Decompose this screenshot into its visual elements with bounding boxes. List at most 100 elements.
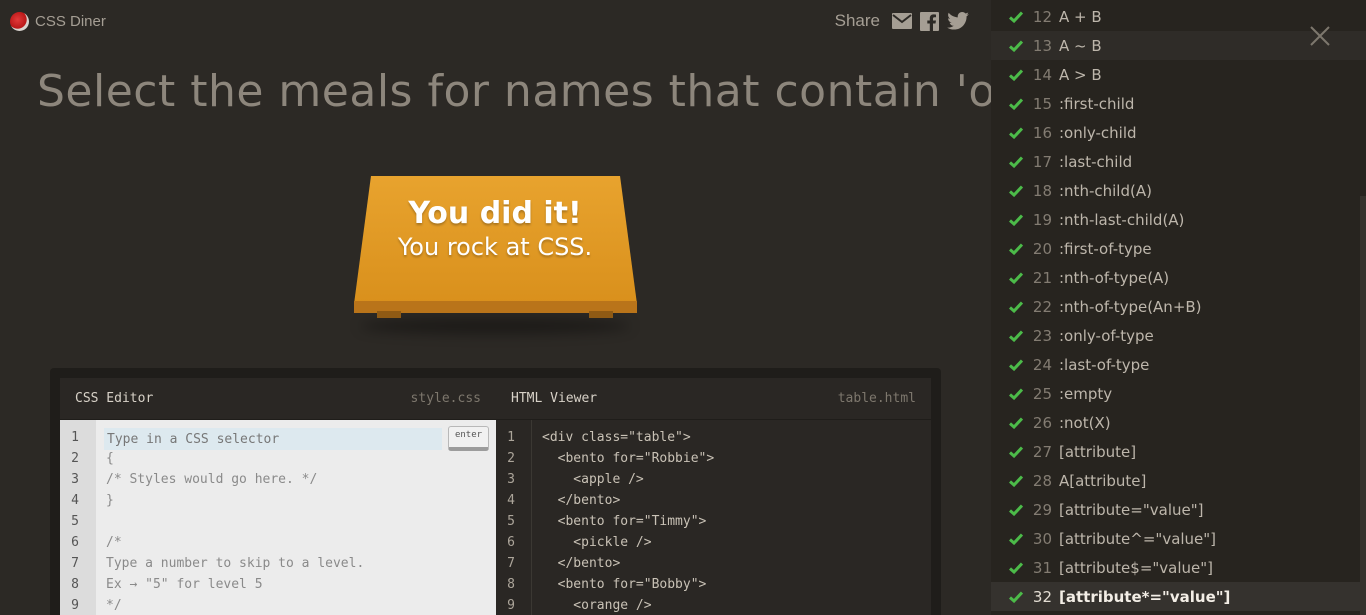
level-item[interactable]: 20 :first-of-type bbox=[991, 234, 1366, 263]
html-viewer: HTML Viewer table.html 1 2 3 4 5 6 7 8 9 <div cl… bbox=[496, 378, 931, 615]
checkmark-icon bbox=[1009, 328, 1024, 346]
checkmark-icon bbox=[1009, 589, 1024, 607]
level-name: [attribute="value"] bbox=[1059, 500, 1204, 519]
level-number: 19 bbox=[1032, 210, 1052, 229]
level-item[interactable]: 24 :last-of-type bbox=[991, 350, 1366, 379]
enter-button[interactable]: enter bbox=[448, 426, 489, 451]
level-name: :only-of-type bbox=[1059, 326, 1154, 345]
level-number: 31 bbox=[1032, 558, 1052, 577]
close-icon[interactable] bbox=[1308, 24, 1332, 48]
checkmark-icon bbox=[1009, 241, 1024, 259]
line-number: 7 bbox=[507, 556, 515, 571]
level-item[interactable]: 17:last-child bbox=[991, 147, 1366, 176]
level-name: :first-child bbox=[1059, 94, 1135, 113]
level-item[interactable]: 26:not(X) bbox=[991, 408, 1366, 437]
logo[interactable]: CSS Diner bbox=[10, 12, 106, 31]
code-line: </bento> bbox=[542, 556, 621, 571]
line-number: 6 bbox=[71, 535, 79, 550]
css-editor-header: CSS Editor style.css bbox=[60, 378, 496, 420]
code-line: <bento for="Robbie"> bbox=[542, 451, 715, 466]
email-icon[interactable] bbox=[892, 13, 912, 29]
level-name: A ~ B bbox=[1059, 36, 1102, 55]
code-line: <pickle /> bbox=[542, 535, 652, 550]
code-line: /* bbox=[106, 535, 122, 550]
level-item[interactable]: 18 :nth-child(A) bbox=[991, 176, 1366, 205]
line-number: 8 bbox=[507, 577, 515, 592]
twitter-icon[interactable] bbox=[947, 12, 969, 30]
level-number: 16 bbox=[1032, 123, 1052, 142]
logo-icon bbox=[10, 12, 29, 31]
table-shadow bbox=[360, 318, 630, 334]
line-number: 1 bbox=[507, 430, 515, 445]
html-viewer-body: 1 2 3 4 5 6 7 8 9 <div class="table"> <bento for… bbox=[496, 420, 931, 615]
html-viewer-filename: table.html bbox=[837, 391, 916, 406]
level-number: 14 bbox=[1032, 65, 1052, 84]
checkmark-icon bbox=[1009, 386, 1024, 404]
level-number: 25 bbox=[1032, 384, 1052, 403]
level-item[interactable]: 31 [attribute$="value"] bbox=[991, 553, 1366, 582]
level-number: 24 bbox=[1032, 355, 1052, 374]
level-number: 29 bbox=[1032, 500, 1052, 519]
level-item[interactable]: 28 A[attribute] bbox=[991, 466, 1366, 495]
sidebar-scrollbar[interactable] bbox=[1360, 196, 1366, 615]
level-number: 30 bbox=[1032, 529, 1052, 548]
level-name: :nth-of-type(A) bbox=[1059, 268, 1170, 287]
level-item[interactable]: 23 :only-of-type bbox=[991, 321, 1366, 350]
css-selector-input[interactable] bbox=[104, 428, 442, 450]
checkmark-icon bbox=[1009, 38, 1024, 56]
code-line: <bento for="Timmy"> bbox=[542, 514, 707, 529]
level-instruction: Select the meals for names that contain … bbox=[37, 66, 1066, 117]
level-item[interactable]: 32 [attribute*="value"] bbox=[991, 582, 1366, 611]
level-item[interactable]: 16:only-child bbox=[991, 118, 1366, 147]
level-name: [attribute] bbox=[1059, 442, 1137, 461]
code-line: <orange /> bbox=[542, 598, 652, 613]
level-name: A[attribute] bbox=[1059, 471, 1147, 490]
line-number: 5 bbox=[507, 514, 515, 529]
win-message: You did it! You rock at CSS. bbox=[350, 196, 640, 261]
level-item[interactable]: 30 [attribute^="value"] bbox=[991, 524, 1366, 553]
line-number: 3 bbox=[507, 472, 515, 487]
level-number: 22 bbox=[1032, 297, 1052, 316]
line-number: 4 bbox=[71, 493, 79, 508]
level-number: 20 bbox=[1032, 239, 1052, 258]
level-item[interactable]: 27 [attribute] bbox=[991, 437, 1366, 466]
checkmark-icon bbox=[1009, 531, 1024, 549]
level-item[interactable]: 19:nth-last-child(A) bbox=[991, 205, 1366, 234]
checkmark-icon bbox=[1009, 183, 1024, 201]
checkmark-icon bbox=[1009, 444, 1024, 462]
checkmark-icon bbox=[1009, 502, 1024, 520]
level-item[interactable]: 14 A > B bbox=[991, 60, 1366, 89]
level-number: 23 bbox=[1032, 326, 1052, 345]
line-number: 5 bbox=[71, 514, 79, 529]
checkmark-icon bbox=[1009, 125, 1024, 143]
checkmark-icon bbox=[1009, 415, 1024, 433]
app-title: CSS Diner bbox=[35, 13, 106, 30]
code-line: { bbox=[106, 451, 114, 466]
line-number: 3 bbox=[71, 472, 79, 487]
level-item[interactable]: 15:first-child bbox=[991, 89, 1366, 118]
table-leg-right bbox=[589, 311, 613, 318]
level-item[interactable]: 29 [attribute="value"] bbox=[991, 495, 1366, 524]
checkmark-icon bbox=[1009, 96, 1024, 114]
html-viewer-title: HTML Viewer bbox=[511, 391, 598, 406]
facebook-icon[interactable] bbox=[920, 11, 939, 31]
line-number: 4 bbox=[507, 493, 515, 508]
dining-table: You did it! You rock at CSS. bbox=[350, 176, 640, 334]
css-editor-filename: style.css bbox=[410, 391, 481, 406]
level-name: :nth-child(A) bbox=[1059, 181, 1152, 200]
css-editor-body: 1 2 3 4 5 6 7 8 9 enter {/* Styles would go here… bbox=[60, 420, 496, 615]
table-leg-left bbox=[377, 311, 401, 318]
checkmark-icon bbox=[1009, 9, 1024, 27]
level-name: :last-of-type bbox=[1059, 355, 1150, 374]
line-number: 2 bbox=[71, 451, 79, 466]
level-item[interactable]: 21:nth-of-type(A) bbox=[991, 263, 1366, 292]
share-bar: Share bbox=[835, 11, 969, 31]
code-line: <bento for="Bobby"> bbox=[542, 577, 707, 592]
level-item[interactable]: 25:empty bbox=[991, 379, 1366, 408]
code-line: /* Styles would go here. */ bbox=[106, 472, 318, 487]
checkmark-icon bbox=[1009, 154, 1024, 172]
line-number: 8 bbox=[71, 577, 79, 592]
level-number: 18 bbox=[1032, 181, 1052, 200]
level-name: :first-of-type bbox=[1059, 239, 1152, 258]
level-item[interactable]: 22:nth-of-type(An+B) bbox=[991, 292, 1366, 321]
